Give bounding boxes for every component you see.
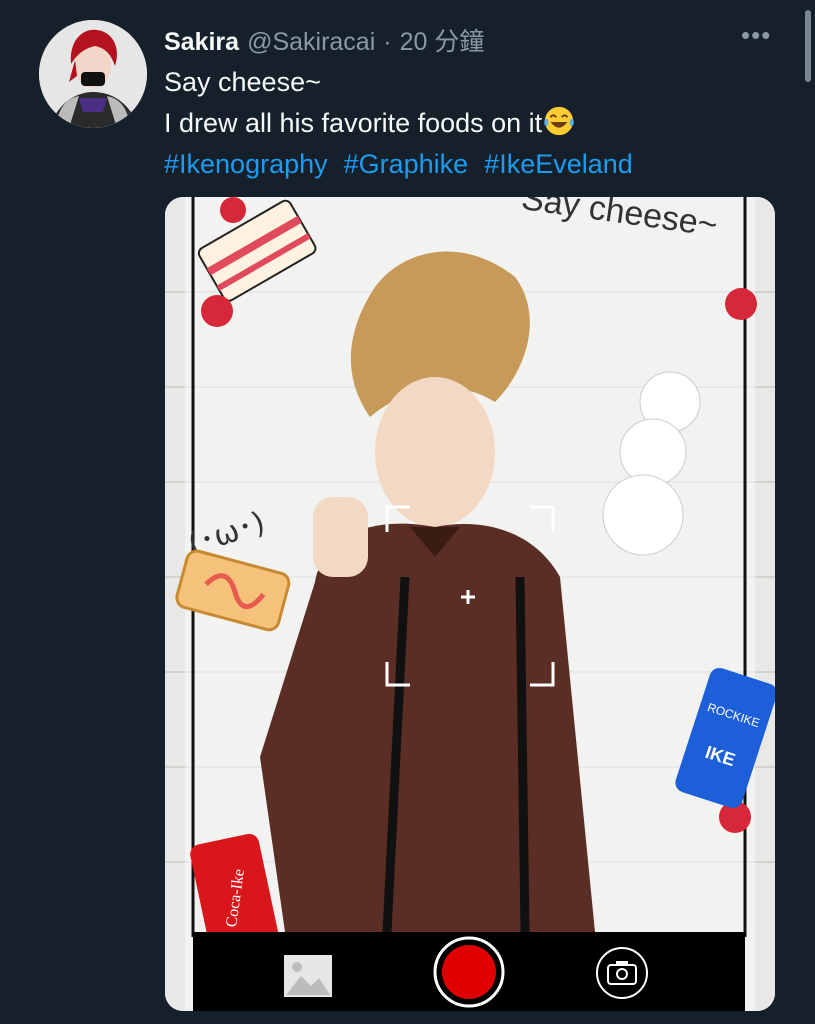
- shutter-icon: [433, 936, 505, 1008]
- hashtag-link[interactable]: #Graphike: [344, 144, 469, 185]
- tweet-media-image[interactable]: Say cheese~ (･ω･) Coca-Ike ROCKIKE IKE: [165, 197, 775, 1011]
- tweet-text: Say cheese~ I drew all his favorite food…: [164, 62, 784, 185]
- tweet-text-line-2-text: I drew all his favorite foods on it: [164, 108, 543, 138]
- display-name[interactable]: Sakira: [164, 28, 239, 57]
- timestamp[interactable]: 20 分鐘: [400, 22, 485, 58]
- tweet-text-line-2: I drew all his favorite foods on it: [164, 103, 784, 144]
- hashtag-list: #Ikenography #Graphike #IkeEveland: [164, 144, 784, 185]
- tweet-header: Sakira @Sakiracai · 20 分鐘: [164, 22, 484, 58]
- shutter-button[interactable]: [433, 936, 505, 1008]
- scrollbar[interactable]: [805, 10, 811, 82]
- hashtag-link[interactable]: #IkeEveland: [484, 144, 633, 185]
- artwork-illustration: Say cheese~ (･ω･) Coca-Ike ROCKIKE IKE: [165, 197, 775, 1011]
- camera-switch-icon[interactable]: [595, 946, 649, 1000]
- camera-control-bar: [193, 932, 745, 1011]
- separator-dot: ·: [383, 28, 392, 56]
- avatar-image: [39, 20, 147, 128]
- laughing-emoji-icon: [544, 106, 574, 136]
- tweet-text-line-1: Say cheese~: [164, 67, 321, 97]
- gallery-icon[interactable]: [283, 954, 333, 998]
- hashtag-link[interactable]: #Ikenography: [164, 144, 328, 185]
- more-horizontal-icon[interactable]: •••: [741, 20, 771, 51]
- user-handle[interactable]: @Sakiracai: [247, 28, 375, 57]
- avatar[interactable]: [39, 20, 147, 128]
